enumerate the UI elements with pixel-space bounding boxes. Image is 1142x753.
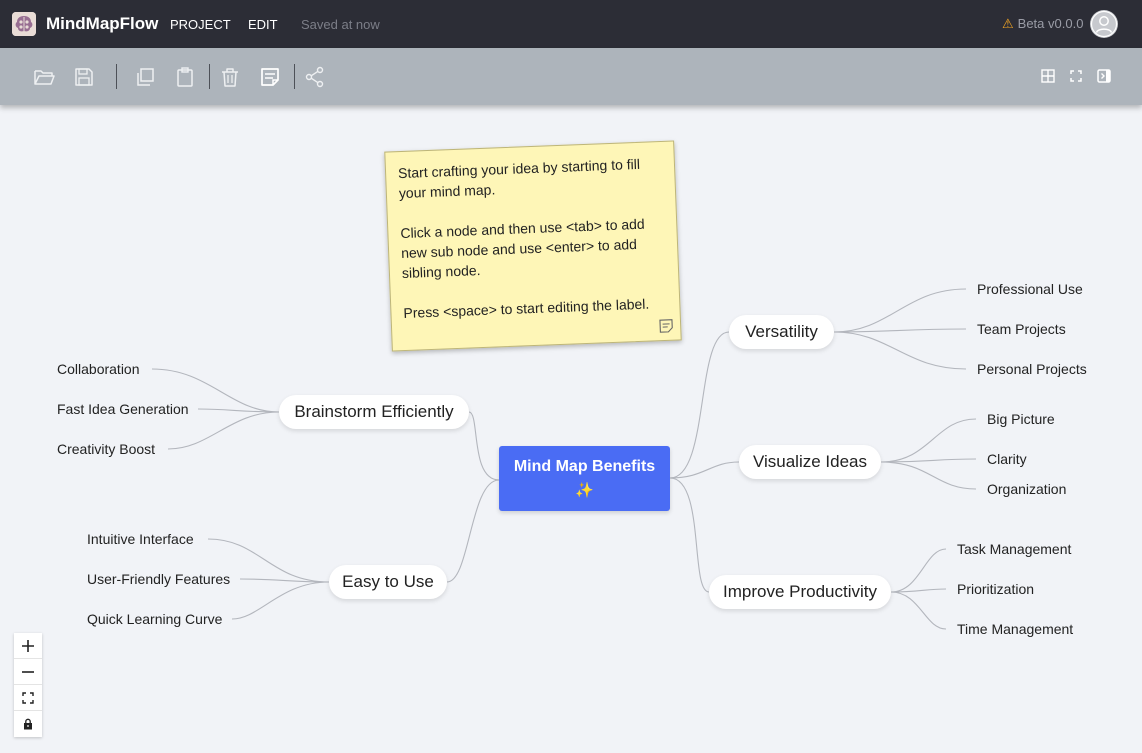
- version-badge: ⚠ Beta v0.0.0: [1002, 16, 1083, 32]
- fit-view-icon[interactable]: [14, 685, 42, 711]
- note-line: Start crafting your idea by starting to …: [397, 155, 641, 202]
- note-icon: [658, 318, 675, 335]
- leaf-node[interactable]: Intuitive Interface: [87, 531, 194, 547]
- top-bar: MindMapFlow PROJECT EDIT Saved at now ⚠ B…: [0, 0, 1142, 48]
- leaf-node[interactable]: Task Management: [957, 541, 1071, 557]
- leaf-node[interactable]: Quick Learning Curve: [87, 611, 222, 627]
- node-improve-productivity[interactable]: Improve Productivity: [709, 575, 891, 609]
- leaf-node[interactable]: Creativity Boost: [57, 441, 155, 457]
- note-line: Press <space> to start editing the label…: [403, 295, 650, 322]
- node-easy-to-use[interactable]: Easy to Use: [329, 565, 447, 599]
- lock-icon[interactable]: [14, 711, 42, 737]
- leaf-node[interactable]: Prioritization: [957, 581, 1034, 597]
- leaf-node[interactable]: Personal Projects: [977, 361, 1087, 377]
- zoom-controls: [14, 633, 42, 737]
- menu-edit[interactable]: EDIT: [248, 17, 278, 32]
- save-status: Saved at now: [301, 17, 380, 32]
- note-line: Click a node and then use <tab> to add n…: [400, 215, 645, 282]
- toolbar: [0, 48, 1142, 105]
- root-node[interactable]: Mind Map Benefits ✨: [499, 446, 670, 511]
- grid-icon[interactable]: [1040, 68, 1056, 84]
- app-logo-icon[interactable]: [12, 12, 36, 36]
- node-brainstorm-efficiently[interactable]: Brainstorm Efficiently: [279, 395, 469, 429]
- save-icon[interactable]: [73, 66, 95, 88]
- toolbar-divider: [116, 64, 117, 89]
- toolbar-divider: [294, 64, 295, 89]
- leaf-node[interactable]: Time Management: [957, 621, 1073, 637]
- share-icon[interactable]: [304, 66, 326, 88]
- sticky-note[interactable]: Start crafting your idea by starting to …: [384, 140, 682, 352]
- leaf-node[interactable]: User-Friendly Features: [87, 571, 230, 587]
- leaf-node[interactable]: Clarity: [987, 451, 1027, 467]
- root-node-label: Mind Map Benefits: [513, 458, 656, 475]
- sparkles-icon: ✨: [575, 482, 594, 499]
- menu-project[interactable]: PROJECT: [170, 17, 231, 32]
- toolbar-divider: [209, 64, 210, 89]
- user-avatar-icon[interactable]: [1090, 10, 1118, 38]
- leaf-node[interactable]: Big Picture: [987, 411, 1055, 427]
- leaf-node[interactable]: Team Projects: [977, 321, 1066, 337]
- leaf-node[interactable]: Collaboration: [57, 361, 140, 377]
- node-visualize-ideas[interactable]: Visualize Ideas: [739, 445, 881, 479]
- note-icon[interactable]: [259, 66, 281, 88]
- panel-toggle-icon[interactable]: [1096, 68, 1112, 84]
- fullscreen-icon[interactable]: [1068, 68, 1084, 84]
- app-name: MindMapFlow: [46, 14, 159, 33]
- zoom-in-icon[interactable]: [14, 633, 42, 659]
- delete-icon[interactable]: [219, 66, 241, 88]
- zoom-out-icon[interactable]: [14, 659, 42, 685]
- leaf-node[interactable]: Organization: [987, 481, 1066, 497]
- folder-open-icon[interactable]: [33, 66, 55, 88]
- version-label: Beta v0.0.0: [1017, 16, 1084, 31]
- leaf-node[interactable]: Fast Idea Generation: [57, 401, 189, 417]
- node-versatility[interactable]: Versatility: [729, 315, 834, 349]
- warning-icon: ⚠: [1002, 16, 1014, 31]
- leaf-node[interactable]: Professional Use: [977, 281, 1083, 297]
- paste-icon[interactable]: [174, 66, 196, 88]
- copy-icon[interactable]: [134, 66, 156, 88]
